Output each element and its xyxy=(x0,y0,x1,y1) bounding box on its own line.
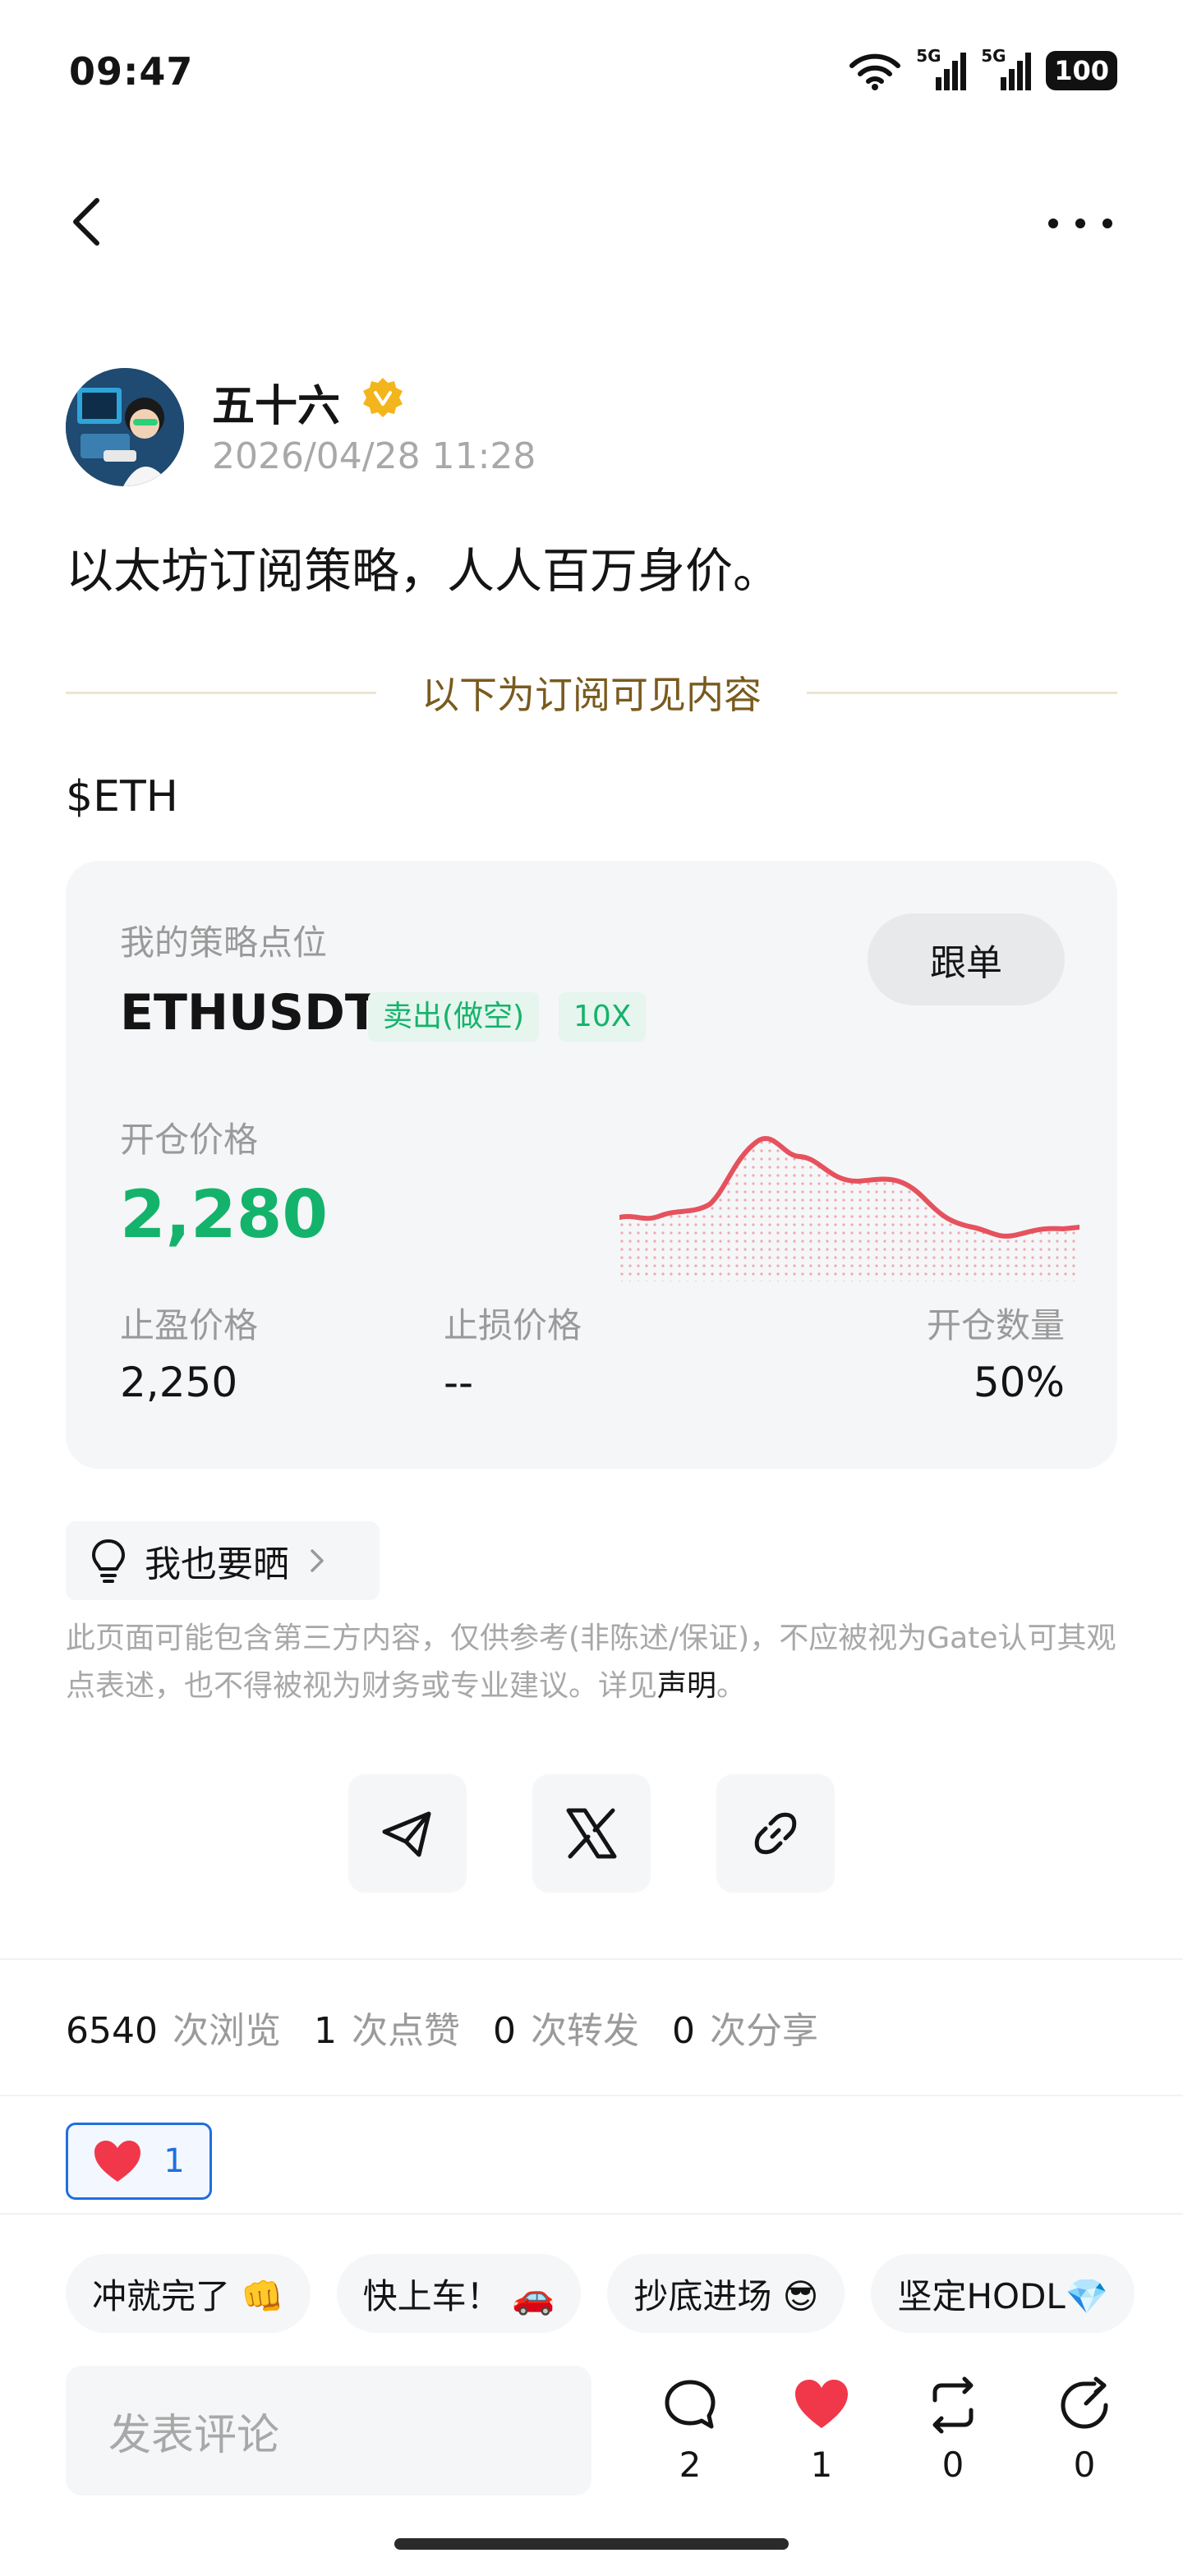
strategy-card: 我的策略点位 ETHUSDT 卖出(做空) 10X 跟单 开仓价格 2,280 … xyxy=(66,861,1117,1469)
likes-count: 1 xyxy=(313,2010,337,2052)
quick-reply-chip[interactable]: 冲就完了 👊 xyxy=(66,2254,311,2333)
post-timestamp: 2026/04/28 11:28 xyxy=(212,435,536,477)
take-profit-value: 2,250 xyxy=(120,1359,238,1406)
likes-label: 次点赞 xyxy=(351,2010,460,2052)
quick-reply-chip[interactable]: 坚定HODL💎 xyxy=(871,2254,1135,2333)
comment-input[interactable]: 发表评论 xyxy=(66,2366,592,2496)
copy-link-button[interactable] xyxy=(716,1774,835,1893)
shares-label: 次分享 xyxy=(709,2010,818,2052)
strategy-label: 我的策略点位 xyxy=(120,922,328,963)
disclaimer-link[interactable]: 声明 xyxy=(657,1669,716,1703)
post-stats: 6540 次浏览 1 次点赞 0 次转发 0 次分享 xyxy=(66,2001,851,2054)
subscription-divider-label: 以下为订阅可见内容 xyxy=(421,673,762,717)
comment-bubble-icon xyxy=(665,2380,716,2429)
status-icons: 5G 5G 100 xyxy=(849,46,1117,90)
x-logo-icon xyxy=(566,1808,617,1859)
share-x-button[interactable] xyxy=(532,1774,651,1893)
telegram-icon xyxy=(382,1811,431,1857)
section-separator xyxy=(0,2095,1183,2096)
reposts-label: 次转发 xyxy=(530,2010,639,2052)
comment-count: 2 xyxy=(679,2445,702,2485)
views-count: 6540 xyxy=(66,2010,158,2052)
reposts-count: 0 xyxy=(492,2010,516,2052)
disclaimer: 此页面可能包含第三方内容，仅供参考(非陈述/保证)，不应被视为Gate认可其观点… xyxy=(66,1615,1125,1710)
leverage-badge: 10X xyxy=(559,992,647,1042)
disclaimer-text: 此页面可能包含第三方内容，仅供参考(非陈述/保证)，不应被视为Gate认可其观点… xyxy=(66,1622,1116,1703)
take-profit-label: 止盈价格 xyxy=(120,1305,259,1346)
chevron-left-icon xyxy=(73,198,99,246)
position-size-label: 开仓数量 xyxy=(926,1305,1065,1346)
heart-reaction-count: 1 xyxy=(163,2142,185,2180)
heart-icon xyxy=(94,2141,141,2182)
copy-trade-button[interactable]: 跟单 xyxy=(868,913,1065,1005)
position-size-value: 50% xyxy=(973,1359,1065,1406)
cell-signal-2: 5G xyxy=(981,46,1032,90)
share-action[interactable]: 0 xyxy=(1035,2376,1134,2485)
strategy-symbol: ETHUSDT xyxy=(120,984,379,1042)
like-action[interactable]: 1 xyxy=(772,2376,871,2485)
comment-action[interactable]: 2 xyxy=(641,2376,739,2485)
side-badge: 卖出(做空) xyxy=(368,992,540,1042)
share-telegram-button[interactable] xyxy=(348,1774,467,1893)
quick-replies: 冲就完了 👊 快上车！ 🚗 抄底进场 😎 坚定HODL💎 xyxy=(66,2254,1135,2333)
quick-reply-chip[interactable]: 抄底进场 😎 xyxy=(607,2254,845,2333)
chevron-right-icon xyxy=(311,1549,324,1572)
author-name[interactable]: 五十六 xyxy=(212,371,340,433)
share-arrow-icon xyxy=(1061,2376,1108,2429)
shares-count: 0 xyxy=(671,2010,695,2052)
heart-filled-icon xyxy=(795,2380,848,2428)
ticker-tag[interactable]: $ETH xyxy=(66,772,178,821)
repost-icon xyxy=(932,2376,974,2434)
repost-count: 0 xyxy=(941,2445,964,2485)
open-price-value: 2,280 xyxy=(120,1176,329,1253)
section-separator xyxy=(0,1958,1183,1960)
open-price-label: 开仓价格 xyxy=(120,1120,259,1160)
share-own-button[interactable]: 我也要晒 xyxy=(66,1521,380,1600)
share-count: 0 xyxy=(1073,2445,1096,2485)
cell-signal-1: 5G xyxy=(916,46,967,90)
battery-indicator: 100 xyxy=(1046,51,1117,90)
back-button[interactable] xyxy=(58,189,115,255)
wifi-icon xyxy=(849,53,901,90)
disclaimer-end: 。 xyxy=(716,1669,747,1703)
home-indicator xyxy=(394,2538,789,2550)
more-button[interactable] xyxy=(1043,205,1117,238)
link-icon xyxy=(754,1812,797,1855)
like-count: 1 xyxy=(810,2445,833,2485)
avatar-illustration-icon xyxy=(66,368,184,486)
repost-action[interactable]: 0 xyxy=(904,2376,1002,2485)
stop-loss-label: 止损价格 xyxy=(444,1305,582,1346)
verified-badge-icon xyxy=(361,376,404,419)
section-separator xyxy=(0,2213,1183,2215)
price-sparkline xyxy=(619,1136,1079,1281)
stop-loss-value: -- xyxy=(444,1359,474,1406)
post-text: 以太坊订阅策略，人人百万身价。 xyxy=(66,543,781,599)
heart-reaction-chip[interactable]: 1 xyxy=(66,2123,212,2200)
lightbulb-icon xyxy=(92,1539,125,1583)
status-time: 09:47 xyxy=(69,49,194,94)
more-dots-icon xyxy=(1048,218,1112,228)
quick-reply-chip[interactable]: 快上车！ 🚗 xyxy=(336,2254,582,2333)
views-label: 次浏览 xyxy=(172,2010,281,2052)
avatar[interactable] xyxy=(66,368,184,486)
share-own-label: 我也要晒 xyxy=(145,1543,289,1585)
